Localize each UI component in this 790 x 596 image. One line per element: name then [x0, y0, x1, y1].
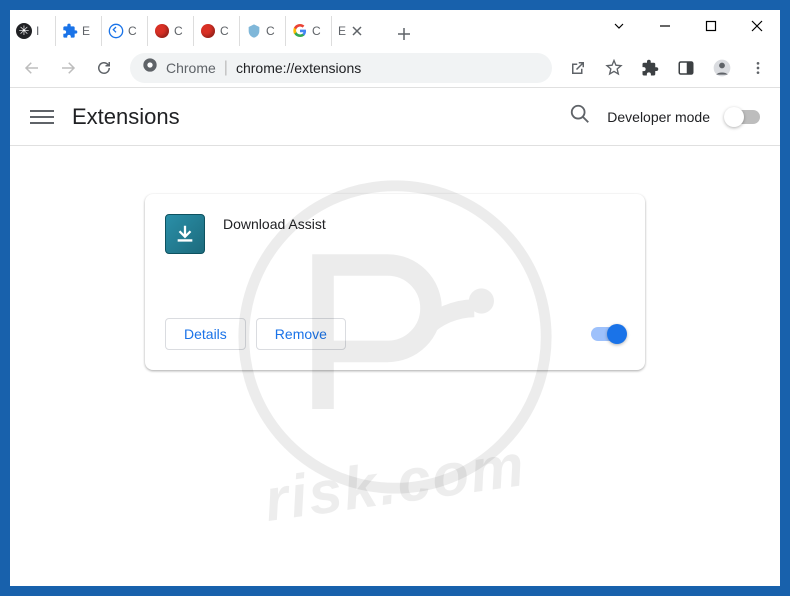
profile-icon[interactable] — [706, 52, 738, 84]
reload-button[interactable] — [88, 52, 120, 84]
close-icon[interactable] — [350, 24, 364, 38]
browser-window: ✳ I E C C C — [10, 10, 780, 586]
address-prefix: Chrome — [166, 60, 216, 76]
tab-0[interactable]: ✳ I — [10, 16, 56, 46]
window-controls — [596, 10, 780, 42]
extension-enable-toggle[interactable] — [591, 327, 625, 341]
bookmark-icon[interactable] — [598, 52, 630, 84]
sidepanel-icon[interactable] — [670, 52, 702, 84]
page-content: risk.com Extensions Developer mode — [10, 88, 780, 586]
tab-active[interactable]: E — [332, 16, 386, 46]
forward-button[interactable] — [52, 52, 84, 84]
share-icon[interactable] — [562, 52, 594, 84]
favicon-icon — [108, 23, 124, 39]
tab-label: C — [266, 24, 275, 38]
tab-6[interactable]: C — [286, 16, 332, 46]
tab-4[interactable]: C — [194, 16, 240, 46]
back-button[interactable] — [16, 52, 48, 84]
tab-label: I — [36, 24, 39, 38]
tab-label: C — [128, 24, 137, 38]
tab-label: C — [220, 24, 229, 38]
tab-1[interactable]: E — [56, 16, 102, 46]
minimize-button[interactable] — [642, 10, 688, 42]
hamburger-icon[interactable] — [30, 105, 54, 129]
record-icon — [154, 23, 170, 39]
tab-label: C — [312, 24, 321, 38]
close-button[interactable] — [734, 10, 780, 42]
film-reel-icon: ✳ — [16, 23, 32, 39]
google-icon — [292, 23, 308, 39]
chevron-down-icon[interactable] — [596, 10, 642, 42]
page-title: Extensions — [72, 104, 180, 130]
tab-2[interactable]: C — [102, 16, 148, 46]
toolbar: Chrome | chrome://extensions — [10, 48, 780, 88]
watermark-text: risk.com — [260, 430, 530, 535]
extensions-header: Extensions Developer mode — [10, 88, 780, 146]
chrome-icon — [142, 57, 158, 78]
extensions-list: Download Assist Details Remove — [10, 146, 780, 370]
extension-info: Download Assist — [165, 214, 625, 294]
extension-icon — [165, 214, 205, 254]
details-button[interactable]: Details — [165, 318, 246, 350]
header-actions: Developer mode — [569, 103, 760, 130]
tab-3[interactable]: C — [148, 16, 194, 46]
developer-mode-toggle[interactable] — [726, 110, 760, 124]
menu-icon[interactable] — [742, 52, 774, 84]
extension-name: Download Assist — [223, 214, 326, 294]
extensions-icon[interactable] — [634, 52, 666, 84]
tab-strip: ✳ I E C C C — [10, 10, 596, 48]
tab-label: C — [174, 24, 183, 38]
tab-label: E — [338, 24, 346, 38]
search-icon[interactable] — [569, 103, 591, 130]
puzzle-icon — [62, 23, 78, 39]
address-bar[interactable]: Chrome | chrome://extensions — [130, 53, 552, 83]
extension-actions: Details Remove — [165, 318, 625, 350]
record-icon — [200, 23, 216, 39]
titlebar: ✳ I E C C C — [10, 10, 780, 48]
tab-5[interactable]: C — [240, 16, 286, 46]
extension-card: Download Assist Details Remove — [145, 194, 645, 370]
remove-button[interactable]: Remove — [256, 318, 346, 350]
address-separator: | — [224, 59, 228, 77]
shield-icon — [246, 23, 262, 39]
developer-mode-label: Developer mode — [607, 109, 710, 125]
maximize-button[interactable] — [688, 10, 734, 42]
address-path: chrome://extensions — [236, 60, 361, 76]
new-tab-button[interactable] — [390, 20, 418, 48]
tab-label: E — [82, 24, 90, 38]
